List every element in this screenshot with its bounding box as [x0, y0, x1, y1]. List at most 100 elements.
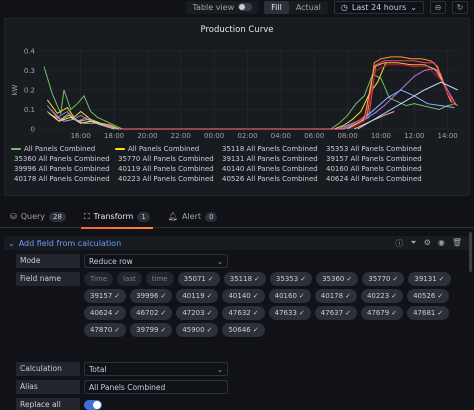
- transformation-header[interactable]: ⌄ Add field from calculation ⓘ ⏷ ⚙ ◉ 🗑︎: [4, 236, 470, 250]
- refresh-button[interactable]: ↻: [452, 0, 468, 14]
- field-chip-label: 39131: [414, 275, 437, 283]
- field-chip[interactable]: 47203 ✓: [176, 306, 219, 320]
- alias-input[interactable]: All Panels Combined: [84, 380, 228, 394]
- field-chip[interactable]: 40526 ✓: [407, 289, 450, 303]
- field-chip-label: 47203: [182, 309, 205, 317]
- top-toolbar: Table view Fill Actual ◷ Last 24 hours ⌄…: [0, 0, 474, 14]
- calculation-label: Calculation: [16, 362, 80, 376]
- legend-item[interactable]: 40119 All Panels Combined: [115, 165, 214, 173]
- field-chip-label: 46702: [136, 309, 159, 317]
- field-chip[interactable]: 40223 ✓: [360, 289, 404, 303]
- series-line: [50, 109, 370, 130]
- field-chip[interactable]: 39131 ✓: [408, 272, 451, 286]
- field-chip[interactable]: 47679 ✓: [360, 306, 404, 320]
- field-chip[interactable]: 47870 ✓: [84, 323, 127, 337]
- legend-item[interactable]: 40140 All Panels Combined: [219, 165, 318, 173]
- legend-item[interactable]: 40526 All Panels Combined: [219, 175, 318, 183]
- field-chip[interactable]: 46702 ✓: [130, 306, 173, 320]
- check-icon: ✓: [114, 309, 121, 317]
- check-icon: ✓: [252, 292, 259, 300]
- replace-all-row: Replace all fields: [16, 398, 102, 410]
- legend-label: 40223 All Panels Combined: [118, 175, 214, 183]
- legend-label: All Panels Combined: [24, 145, 96, 153]
- fill-button[interactable]: Fill: [264, 0, 289, 14]
- x-tick-label: 12:00: [404, 132, 424, 140]
- bug-icon[interactable]: ⚙: [424, 238, 431, 249]
- field-chip[interactable]: 40178 ✓: [314, 289, 357, 303]
- legend-item[interactable]: 39157 All Panels Combined: [323, 155, 422, 163]
- field-chip[interactable]: 45900 ✓: [176, 323, 219, 337]
- production-curve-chart[interactable]: 0 0.1 0.2 0.3 0.4 16:00 18:00 20:00 22:00 00:00 02…: [5, 19, 471, 145]
- field-chip[interactable]: 39799 ✓: [130, 323, 173, 337]
- legend-item[interactable]: All Panels Combined: [115, 145, 211, 153]
- filter-icon[interactable]: ⏷: [410, 238, 416, 249]
- field-chip-label: 50646: [228, 326, 251, 334]
- field-chip[interactable]: 35360 ✓: [316, 272, 359, 286]
- calculation-select[interactable]: Total ⌄: [84, 362, 228, 376]
- panel-editor: Table view Fill Actual ◷ Last 24 hours ⌄…: [0, 0, 474, 410]
- trash-icon[interactable]: 🗑︎: [452, 238, 462, 249]
- check-icon: ✓: [160, 309, 167, 317]
- scrollbar[interactable]: [469, 232, 472, 272]
- legend-label: 39131 All Panels Combined: [222, 155, 318, 163]
- legend-item[interactable]: 35770 All Panels Combined: [115, 155, 214, 163]
- tab-query[interactable]: ⛁ Query 28: [10, 206, 66, 228]
- x-tick-label: 14:00: [438, 132, 458, 140]
- field-chip[interactable]: Time: [84, 272, 114, 286]
- field-chip[interactable]: 35353 ✓: [269, 272, 313, 286]
- mode-row: Mode Reduce row ⌄: [16, 254, 228, 268]
- y-tick-label: 0.4: [24, 48, 36, 56]
- replace-all-toggle[interactable]: [84, 400, 102, 410]
- toggle-switch[interactable]: [238, 3, 253, 11]
- refresh-icon: ↻: [456, 2, 464, 12]
- field-chip-label: 39996: [136, 292, 159, 300]
- field-chip[interactable]: 35770 ✓: [362, 272, 405, 286]
- legend-item[interactable]: 40624 All Panels Combined: [323, 175, 422, 183]
- field-chip[interactable]: 35071 ✓: [177, 272, 220, 286]
- chevron-down-icon: ⌄: [8, 238, 15, 248]
- tab-transform[interactable]: ⛶ Transform 1: [80, 206, 153, 229]
- legend-item[interactable]: 40223 All Panels Combined: [115, 175, 214, 183]
- check-icon: ✓: [391, 309, 398, 317]
- legend-item[interactable]: 35353 All Panels Combined: [323, 145, 422, 153]
- legend-item[interactable]: 35118 All Panels Combined: [219, 145, 318, 153]
- eye-icon[interactable]: ◉: [438, 238, 445, 249]
- field-chip[interactable]: 47637 ✓: [314, 306, 357, 320]
- actual-button[interactable]: Actual: [289, 1, 328, 14]
- legend-item[interactable]: 39131 All Panels Combined: [219, 155, 318, 163]
- legend-item[interactable]: All Panels Combined: [11, 145, 107, 153]
- field-chip[interactable]: 47681 ✓: [407, 306, 450, 320]
- field-chip[interactable]: 47632 ✓: [222, 306, 265, 320]
- field-chip[interactable]: 50646 ✓: [222, 323, 265, 337]
- field-chip[interactable]: 40119 ✓: [176, 289, 219, 303]
- time-range-picker[interactable]: ◷ Last 24 hours ⌄: [333, 0, 424, 14]
- field-chip-label: 47637: [320, 309, 344, 317]
- table-view-label: Table view: [192, 2, 235, 12]
- info-icon[interactable]: ⓘ: [395, 238, 403, 249]
- zoom-out-button[interactable]: ⊖: [430, 0, 446, 14]
- field-chip[interactable]: 40624 ✓: [84, 306, 127, 320]
- field-chip[interactable]: 39157 ✓: [84, 289, 127, 303]
- y-tick-label: 0: [31, 126, 35, 134]
- editor-tabs: ⛁ Query 28 ⛶ Transform 1 🔔︎ Alert 0: [0, 206, 474, 229]
- field-chip[interactable]: 47633 ✓: [268, 306, 311, 320]
- legend-item[interactable]: 35360 All Panels Combined: [11, 155, 110, 163]
- legend-item[interactable]: 40160 All Panels Combined: [323, 165, 422, 173]
- field-chip[interactable]: time: [145, 272, 174, 286]
- legend-item[interactable]: 40178 All Panels Combined: [11, 175, 110, 183]
- field-chip[interactable]: last: [117, 272, 142, 286]
- legend-item[interactable]: 39996 All Panels Combined: [11, 165, 110, 173]
- legend-label: 40526 All Panels Combined: [222, 175, 318, 183]
- tab-alert[interactable]: 🔔︎ Alert 0: [168, 206, 218, 228]
- chevron-down-icon: ⌄: [216, 365, 223, 374]
- transformation-actions: ⓘ ⏷ ⚙ ◉ 🗑︎: [395, 238, 470, 249]
- transformation-title[interactable]: ⌄ Add field from calculation: [4, 239, 121, 248]
- field-chip[interactable]: 39996 ✓: [130, 289, 173, 303]
- mode-select[interactable]: Reduce row ⌄: [84, 254, 228, 268]
- field-chip[interactable]: 40140 ✓: [222, 289, 265, 303]
- field-chip[interactable]: 35118 ✓: [223, 272, 266, 286]
- mode-select-value: Reduce row: [89, 257, 133, 266]
- table-view-toggle[interactable]: Table view: [186, 0, 259, 14]
- check-icon: ✓: [300, 275, 307, 283]
- field-chip[interactable]: 40160 ✓: [268, 289, 311, 303]
